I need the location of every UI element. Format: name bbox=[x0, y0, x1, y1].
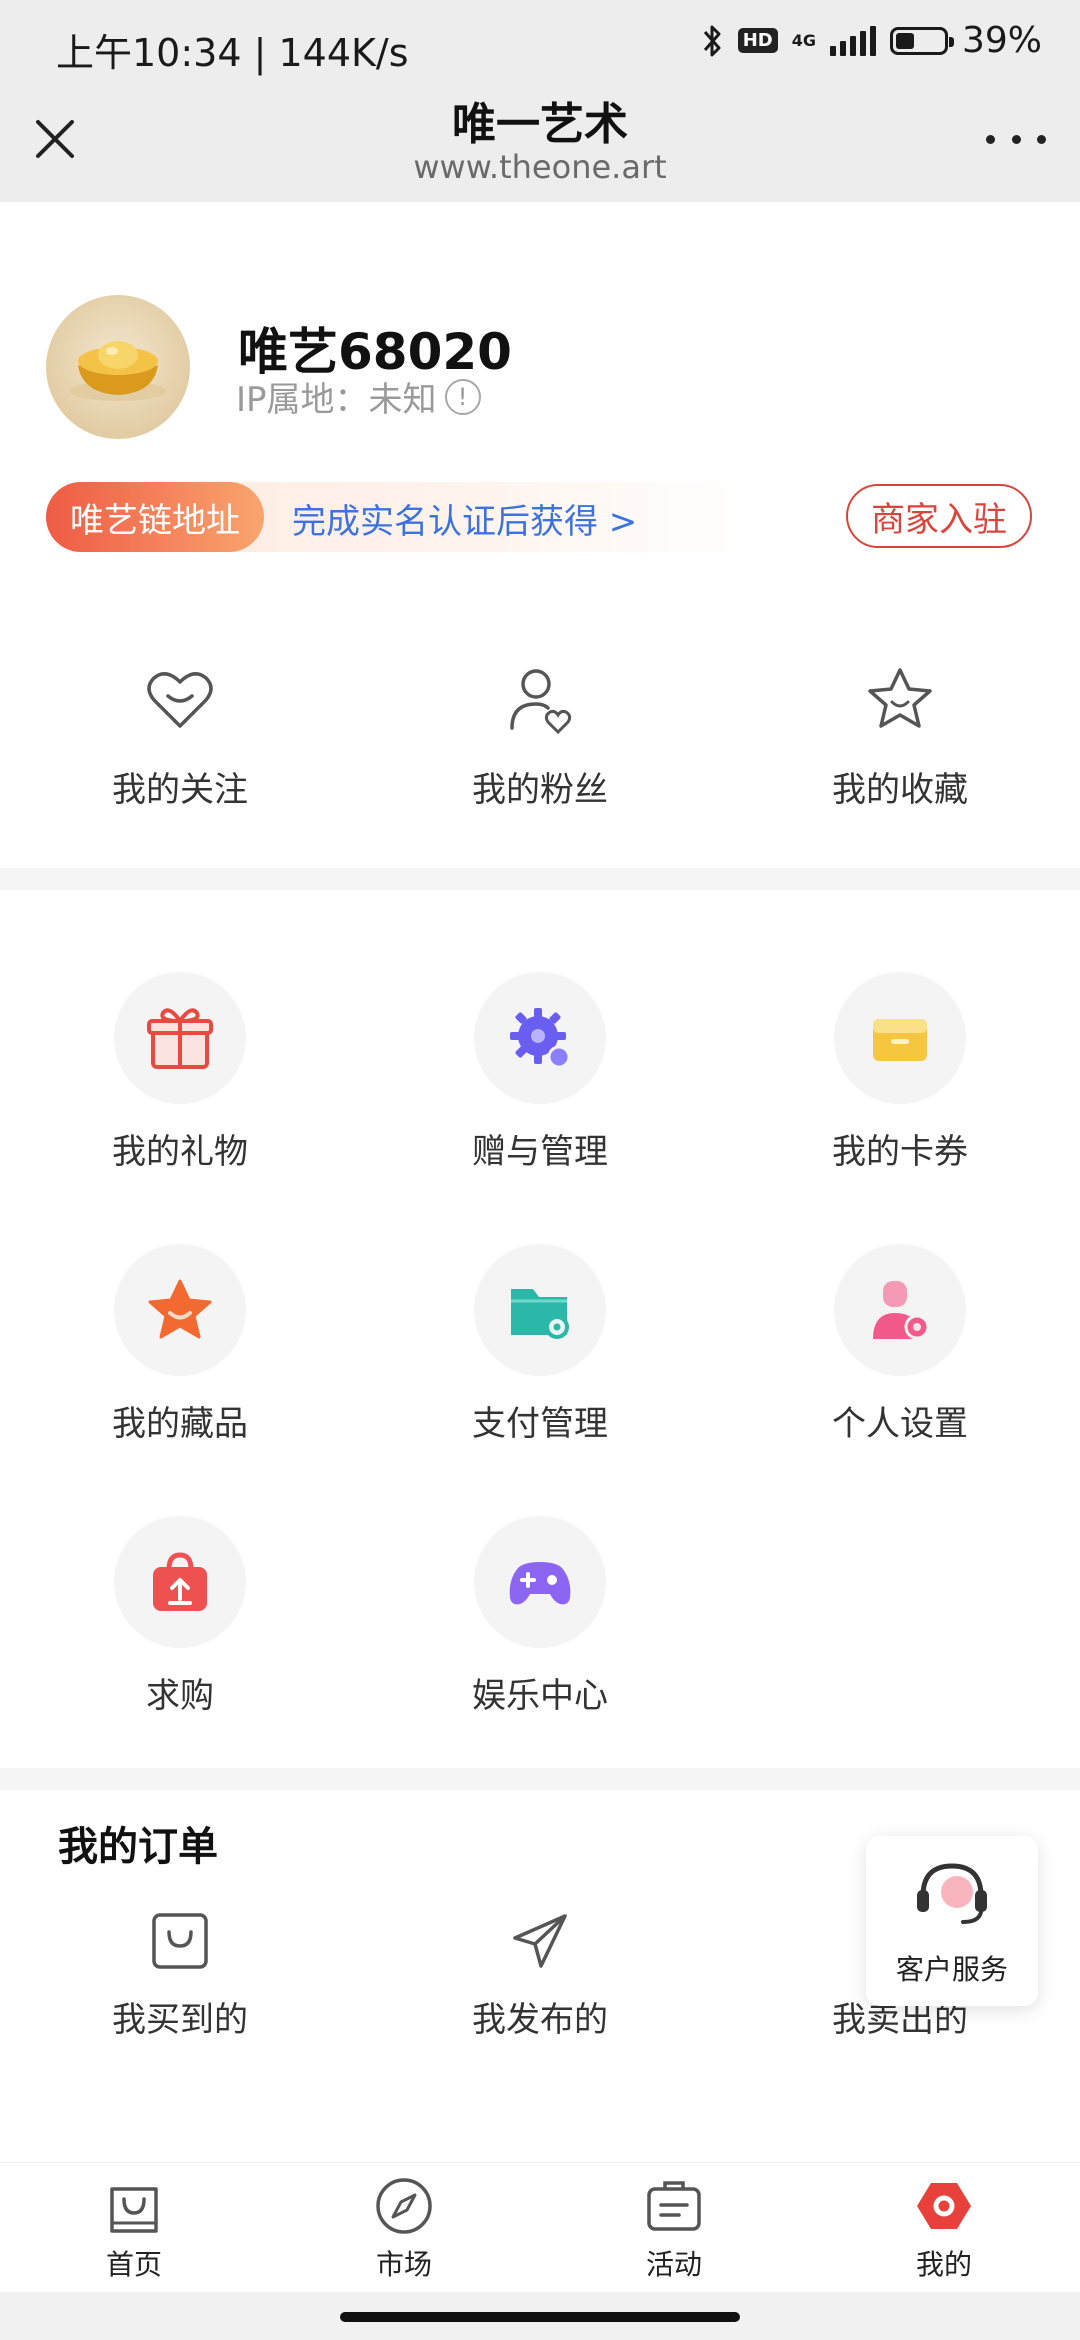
tab-market-label: 市场 bbox=[375, 2248, 432, 2281]
wallet-icon bbox=[873, 1019, 927, 1061]
compass-icon bbox=[376, 2178, 432, 2234]
page-url: www.theone.art bbox=[413, 148, 667, 186]
shopping-bag-icon bbox=[110, 2187, 158, 2233]
fans-label: 我的粉丝 bbox=[472, 770, 608, 810]
section-divider bbox=[0, 868, 1080, 890]
ip-location: IP属地：未知 ! bbox=[236, 372, 481, 421]
home-indicator[interactable] bbox=[340, 2312, 740, 2322]
folder-gear-icon bbox=[511, 1289, 569, 1339]
bottom-tab-bar: 首页 市场 活动 我的 bbox=[0, 2162, 1080, 2293]
favorites-item[interactable]: 我的收藏 bbox=[720, 660, 1080, 811]
bluetooth-icon bbox=[703, 25, 721, 56]
status-icons: HD 4G 39% bbox=[702, 20, 1042, 61]
headset-icon bbox=[917, 1863, 987, 1924]
payment-manage-label: 支付管理 bbox=[472, 1404, 608, 1444]
bag-upload-icon bbox=[153, 1552, 207, 1611]
battery-level bbox=[895, 32, 914, 49]
user-heart-icon bbox=[510, 669, 572, 735]
signal-icon bbox=[829, 25, 876, 56]
info-icon[interactable]: ! bbox=[444, 378, 481, 415]
entertainment-item[interactable]: 娱乐中心 bbox=[360, 1516, 720, 1717]
published-label: 我发布的 bbox=[472, 2000, 608, 2040]
bag-icon bbox=[152, 1913, 208, 1969]
tab-home[interactable]: 首页 bbox=[44, 2175, 224, 2283]
heart-smile-icon bbox=[147, 672, 213, 728]
payment-manage-item[interactable]: 支付管理 bbox=[360, 1244, 720, 1445]
wanted-item[interactable]: 求购 bbox=[0, 1516, 360, 1717]
coupons-item[interactable]: 我的卡券 bbox=[720, 972, 1080, 1173]
personal-settings-item[interactable]: 个人设置 bbox=[720, 1244, 1080, 1445]
ticket-icon bbox=[647, 2181, 701, 2231]
collection-label: 我的藏品 bbox=[112, 1404, 248, 1444]
gold-ingot-icon bbox=[70, 341, 166, 401]
status-time-speed: 上午10:34 | 144K/s bbox=[56, 31, 409, 75]
gear-icon bbox=[510, 1008, 571, 1069]
more-button[interactable] bbox=[986, 124, 1046, 154]
profile-hex-icon bbox=[917, 2183, 971, 2229]
wanted-icon-bubble bbox=[114, 1516, 246, 1648]
gift-item[interactable]: 我的礼物 bbox=[0, 972, 360, 1173]
personal-settings-icon-bubble bbox=[834, 1244, 966, 1376]
fans-item[interactable]: 我的粉丝 bbox=[360, 660, 720, 811]
published-item[interactable]: 我发布的 bbox=[360, 1908, 720, 2041]
tab-activity-label: 活动 bbox=[645, 2248, 702, 2281]
bought-item[interactable]: 我买到的 bbox=[0, 1908, 360, 2041]
customer-service-label: 客户服务 bbox=[895, 1953, 1008, 1986]
tab-mine[interactable]: 我的 bbox=[854, 2175, 1034, 2283]
hd-badge: HD bbox=[737, 28, 778, 53]
avatar[interactable] bbox=[46, 295, 190, 439]
battery-percent: 39% bbox=[961, 20, 1042, 61]
payment-manage-icon-bubble bbox=[474, 1244, 606, 1376]
gift-label: 我的礼物 bbox=[112, 1132, 248, 1172]
tab-market[interactable]: 市场 bbox=[314, 2175, 494, 2283]
entertainment-label: 娱乐中心 bbox=[472, 1676, 608, 1716]
battery-icon bbox=[889, 26, 954, 55]
orders-title: 我的订单 bbox=[58, 1824, 218, 1870]
collection-item[interactable]: 我的藏品 bbox=[0, 1244, 360, 1445]
user-settings-icon bbox=[873, 1281, 930, 1340]
star-icon bbox=[148, 1279, 212, 1339]
personal-settings-label: 个人设置 bbox=[832, 1404, 968, 1444]
gifting-manage-label: 赠与管理 bbox=[472, 1132, 608, 1172]
gamepad-icon bbox=[509, 1562, 571, 1605]
gifting-manage-item[interactable]: 赠与管理 bbox=[360, 972, 720, 1173]
section-divider bbox=[0, 1768, 1080, 1790]
network-label: 4G bbox=[791, 30, 816, 50]
wanted-label: 求购 bbox=[146, 1676, 214, 1716]
coupons-icon-bubble bbox=[834, 972, 966, 1104]
more-dot-icon bbox=[1037, 134, 1046, 144]
title-bar: 上午10:34 | 144K/s HD 4G 39% 唯一艺术 www.theo… bbox=[0, 0, 1080, 202]
send-icon bbox=[513, 1914, 567, 1968]
gift-icon bbox=[147, 1008, 213, 1069]
follow-item[interactable]: 我的关注 bbox=[0, 660, 360, 811]
favorites-label: 我的收藏 bbox=[832, 770, 968, 810]
ip-location-label: IP属地：未知 bbox=[236, 380, 437, 420]
tab-mine-label: 我的 bbox=[915, 2248, 972, 2281]
more-dot-icon bbox=[986, 134, 995, 144]
gift-icon-bubble bbox=[114, 972, 246, 1104]
more-dot-icon bbox=[1011, 134, 1021, 144]
merchant-join-button[interactable]: 商家入驻 bbox=[846, 484, 1032, 548]
follow-label: 我的关注 bbox=[112, 770, 248, 810]
coupons-label: 我的卡券 bbox=[832, 1132, 968, 1172]
entertainment-icon-bubble bbox=[474, 1516, 606, 1648]
tab-activity[interactable]: 活动 bbox=[584, 2175, 764, 2283]
tab-home-label: 首页 bbox=[105, 2248, 162, 2281]
bought-label: 我买到的 bbox=[112, 2000, 248, 2040]
page-title: 唯一艺术 bbox=[452, 99, 628, 150]
verify-identity-link[interactable]: 完成实名认证后获得 > bbox=[292, 494, 637, 543]
star-smile-icon bbox=[868, 668, 932, 728]
collection-icon-bubble bbox=[114, 1244, 246, 1376]
chain-address-badge: 唯艺链地址 bbox=[46, 482, 264, 552]
gifting-manage-icon-bubble bbox=[474, 972, 606, 1104]
customer-service-button[interactable]: 客户服务 bbox=[866, 1836, 1038, 2006]
